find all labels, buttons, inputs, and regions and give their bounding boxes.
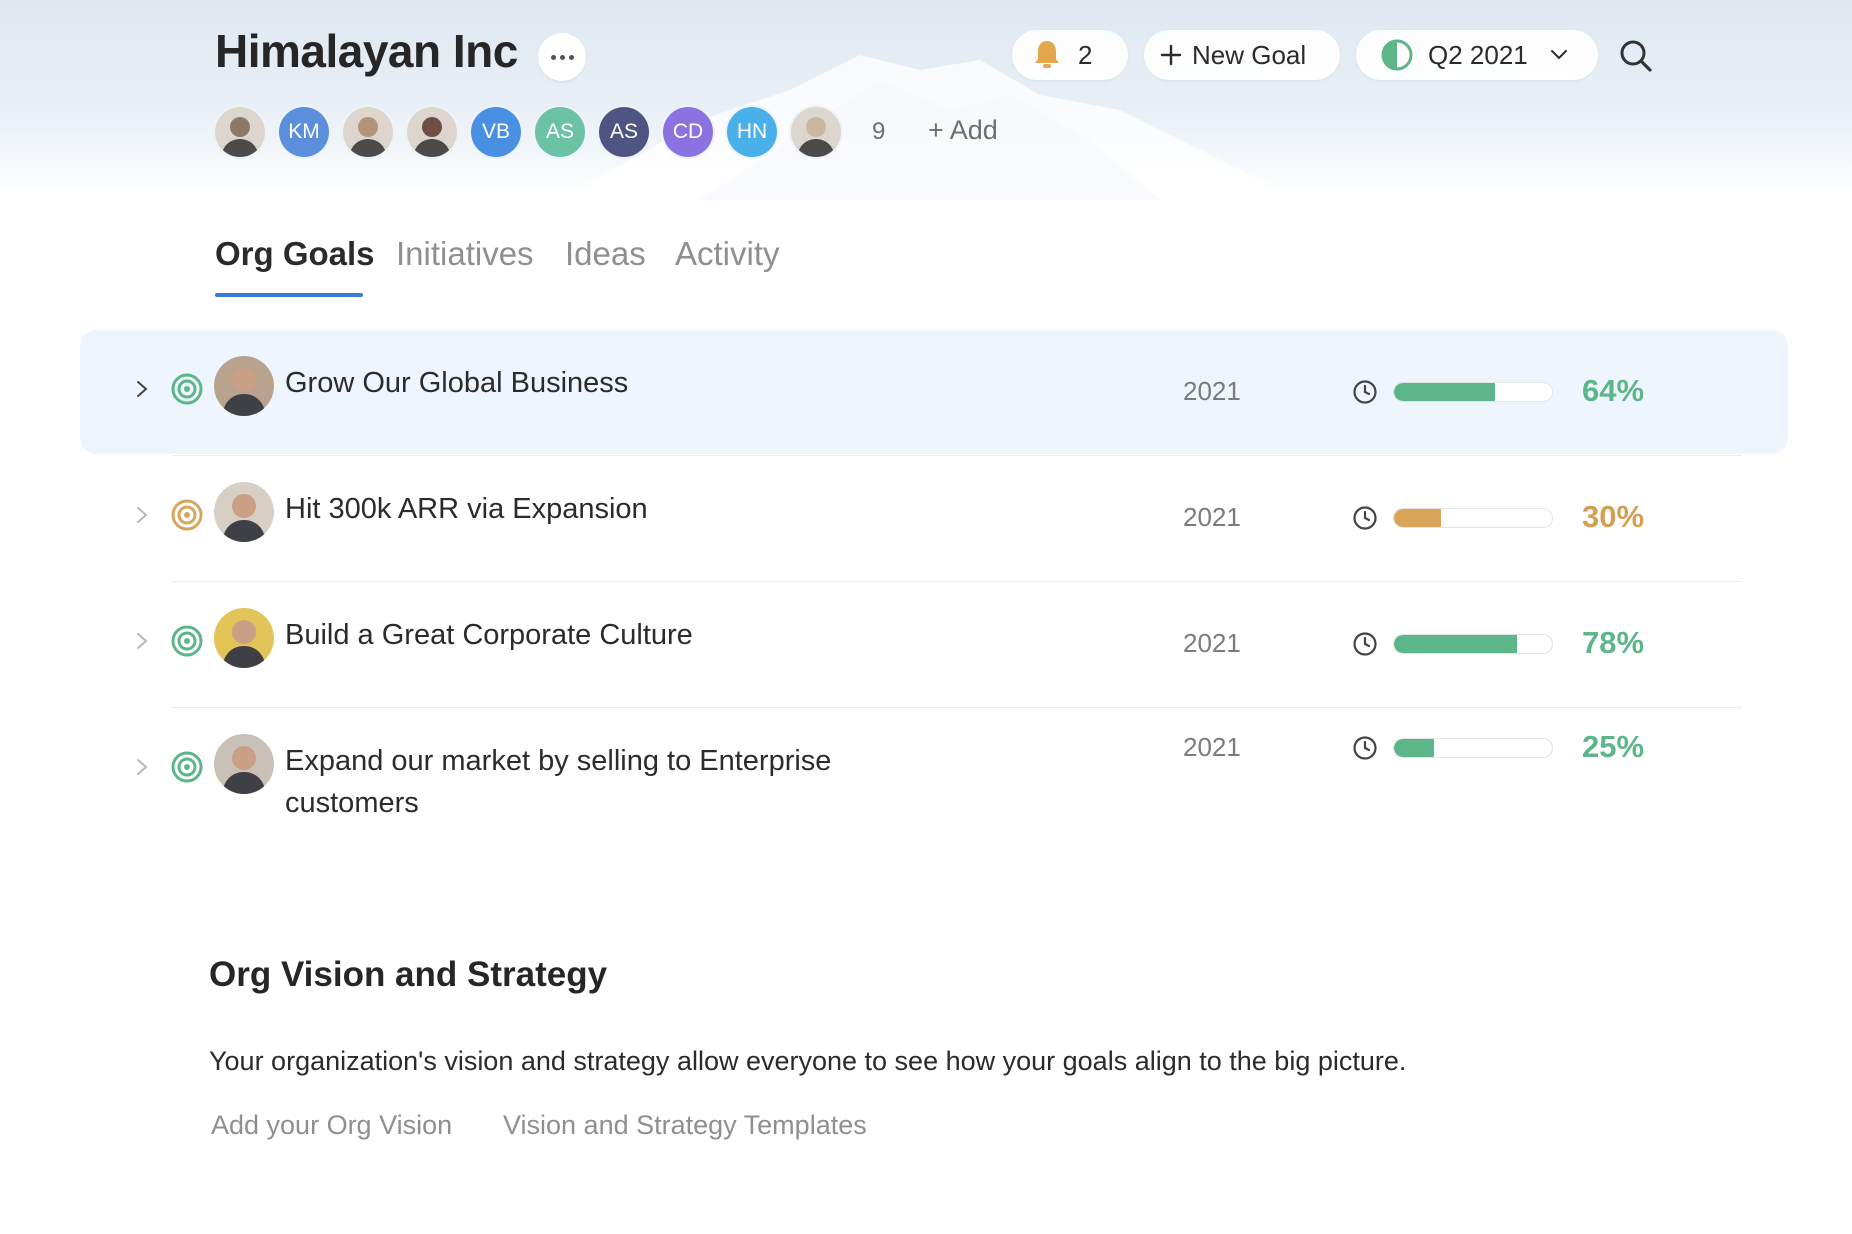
member-avatar[interactable]: CD bbox=[663, 107, 713, 157]
goal-period: 2021 bbox=[1183, 502, 1241, 532]
progress-bar bbox=[1393, 382, 1553, 402]
row-divider bbox=[172, 707, 1742, 708]
progress-fill bbox=[1394, 383, 1496, 401]
person-photo-icon bbox=[791, 107, 841, 157]
progress-percent: 25% bbox=[1582, 729, 1645, 764]
new-goal-button[interactable]: New Goal bbox=[1144, 30, 1340, 80]
goal-title[interactable]: Hit 300k ARR via Expansion bbox=[285, 488, 945, 530]
notification-count: 2 bbox=[1078, 39, 1093, 70]
person-photo-icon bbox=[407, 107, 457, 157]
member-avatar-photo[interactable] bbox=[215, 107, 265, 157]
search-icon bbox=[1620, 40, 1652, 72]
member-initials: AS bbox=[545, 120, 574, 143]
progress-percent: 30% bbox=[1582, 499, 1645, 534]
progress-bar bbox=[1393, 634, 1553, 654]
member-avatar-photo[interactable] bbox=[791, 107, 841, 157]
member-avatar[interactable]: AS bbox=[599, 107, 649, 157]
goal-owner-avatar[interactable] bbox=[214, 356, 274, 416]
person-photo-icon bbox=[343, 107, 393, 157]
clock-icon bbox=[1353, 380, 1377, 404]
tab-initiatives[interactable]: Initiatives bbox=[396, 235, 534, 273]
progress-bar bbox=[1393, 738, 1553, 758]
progress-percent: 64% bbox=[1582, 373, 1645, 408]
half-moon-icon bbox=[1381, 39, 1413, 71]
goal-title[interactable]: Expand our market by selling to Enterpri… bbox=[285, 740, 945, 824]
person-photo-icon bbox=[214, 482, 274, 542]
member-avatar[interactable]: VB bbox=[471, 107, 521, 157]
vision-description: Your organization's vision and strategy … bbox=[209, 1046, 1407, 1076]
plus-icon bbox=[1160, 44, 1182, 66]
person-photo-icon bbox=[214, 608, 274, 668]
chevron-right-icon[interactable] bbox=[132, 631, 152, 651]
tab-org-goals[interactable]: Org Goals bbox=[215, 235, 375, 273]
chevron-right-icon[interactable] bbox=[132, 505, 152, 525]
row-divider bbox=[172, 455, 1742, 456]
tab-ideas[interactable]: Ideas bbox=[565, 235, 646, 273]
goal-owner-avatar[interactable] bbox=[214, 482, 274, 542]
member-avatar[interactable]: AS bbox=[535, 107, 585, 157]
clock-icon bbox=[1353, 736, 1377, 760]
goal-period: 2021 bbox=[1183, 732, 1241, 762]
goal-period: 2021 bbox=[1183, 376, 1241, 406]
add-vision-link[interactable]: Add your Org Vision bbox=[211, 1110, 452, 1141]
member-initials: HN bbox=[736, 120, 768, 143]
new-goal-label: New Goal bbox=[1192, 39, 1307, 70]
chevron-right-icon[interactable] bbox=[132, 379, 152, 399]
target-icon bbox=[171, 373, 203, 405]
person-photo-icon bbox=[214, 734, 274, 794]
member-avatar[interactable]: HN bbox=[727, 107, 777, 157]
chevron-right-icon[interactable] bbox=[132, 757, 152, 777]
vision-templates-link[interactable]: Vision and Strategy Templates bbox=[503, 1110, 867, 1141]
progress-fill bbox=[1394, 739, 1434, 757]
more-dots-icon bbox=[550, 54, 574, 60]
row-divider bbox=[172, 581, 1742, 582]
bell-icon bbox=[1035, 41, 1059, 68]
search-button[interactable] bbox=[1614, 34, 1658, 78]
progress-percent: 78% bbox=[1582, 625, 1645, 660]
period-selector[interactable]: Q2 2021 bbox=[1356, 30, 1598, 80]
chevron-down-icon bbox=[1550, 50, 1567, 60]
goal-owner-avatar[interactable] bbox=[214, 608, 274, 668]
target-icon bbox=[171, 499, 203, 531]
person-photo-icon bbox=[214, 356, 274, 416]
progress-fill bbox=[1394, 635, 1518, 653]
member-avatar-photo[interactable] bbox=[407, 107, 457, 157]
vision-heading: Org Vision and Strategy bbox=[209, 955, 608, 994]
goal-owner-avatar[interactable] bbox=[214, 734, 274, 794]
target-icon bbox=[171, 751, 203, 783]
org-title: Himalayan Inc bbox=[215, 25, 518, 77]
member-avatar[interactable]: KM bbox=[279, 107, 329, 157]
target-icon bbox=[171, 625, 203, 657]
tab-activity[interactable]: Activity bbox=[675, 235, 780, 273]
goal-title[interactable]: Build a Great Corporate Culture bbox=[285, 614, 945, 656]
goal-title[interactable]: Grow Our Global Business bbox=[285, 362, 945, 404]
clock-icon bbox=[1353, 632, 1377, 656]
progress-bar bbox=[1393, 508, 1553, 528]
clock-icon bbox=[1353, 506, 1377, 530]
member-initials: CD bbox=[672, 120, 704, 143]
member-initials: KM bbox=[288, 120, 320, 143]
active-tab-indicator bbox=[215, 293, 363, 297]
member-initials: VB bbox=[481, 120, 510, 143]
notifications-button[interactable]: 2 bbox=[1012, 30, 1128, 80]
member-overflow-count[interactable]: 9 bbox=[872, 118, 885, 146]
progress-fill bbox=[1394, 509, 1442, 527]
goal-period: 2021 bbox=[1183, 628, 1241, 658]
add-member-button[interactable]: + Add bbox=[928, 115, 998, 146]
member-initials: AS bbox=[609, 120, 638, 143]
org-more-button[interactable] bbox=[538, 33, 586, 81]
person-photo-icon bbox=[215, 107, 265, 157]
period-label: Q2 2021 bbox=[1428, 39, 1528, 70]
member-avatar-photo[interactable] bbox=[343, 107, 393, 157]
